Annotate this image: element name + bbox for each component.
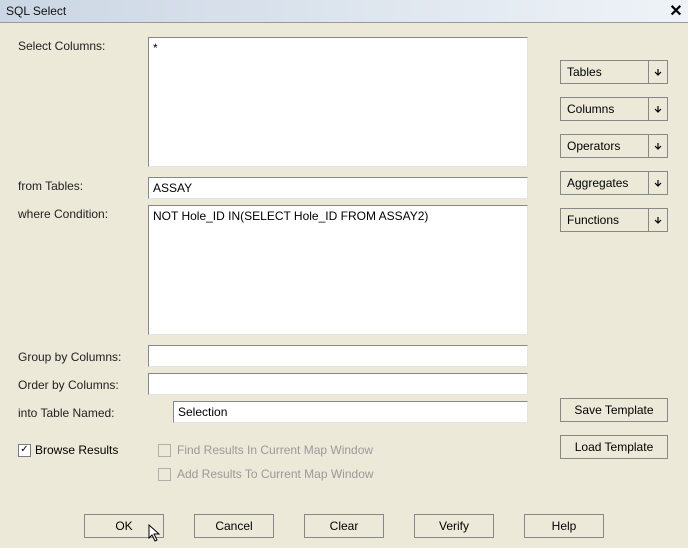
chevron-down-icon — [648, 98, 667, 120]
template-panel: Save Template Load Template — [560, 398, 668, 459]
group-by-label: Group by Columns: — [18, 348, 148, 364]
tables-dropdown-label: Tables — [561, 61, 648, 83]
ok-button[interactable]: OK — [84, 514, 164, 538]
find-in-map-label: Find Results In Current Map Window — [177, 443, 373, 457]
chevron-down-icon — [648, 209, 667, 231]
order-by-input[interactable] — [148, 373, 528, 395]
aggregates-dropdown-label: Aggregates — [561, 172, 648, 194]
where-condition-label: where Condition: — [18, 205, 148, 221]
bottom-button-bar: OK Cancel Clear Verify Help — [0, 514, 688, 538]
add-to-map-label: Add Results To Current Map Window — [177, 467, 374, 481]
cancel-button[interactable]: Cancel — [194, 514, 274, 538]
window-title: SQL Select — [6, 4, 66, 18]
close-icon: ✕ — [669, 1, 682, 21]
tables-dropdown[interactable]: Tables — [560, 60, 668, 84]
find-in-map-checkbox — [158, 444, 171, 457]
from-tables-input[interactable] — [148, 177, 528, 199]
titlebar: SQL Select ✕ — [0, 0, 688, 23]
columns-dropdown-label: Columns — [561, 98, 648, 120]
add-to-map-checkbox — [158, 468, 171, 481]
chevron-down-icon — [648, 135, 667, 157]
into-table-input[interactable] — [173, 401, 528, 423]
browse-results-checkbox[interactable]: ✓ — [18, 444, 31, 457]
sql-select-window: SQL Select ✕ Select Columns: from Tables… — [0, 0, 688, 548]
help-button[interactable]: Help — [524, 514, 604, 538]
save-template-button[interactable]: Save Template — [560, 398, 668, 422]
functions-dropdown-label: Functions — [561, 209, 648, 231]
where-condition-input[interactable] — [148, 205, 528, 335]
verify-button[interactable]: Verify — [414, 514, 494, 538]
chevron-down-icon — [648, 172, 667, 194]
close-button[interactable]: ✕ — [666, 2, 686, 20]
dropdown-panel: Tables Columns Operators Aggregates Func… — [560, 60, 668, 232]
chevron-down-icon — [648, 61, 667, 83]
into-table-label: into Table Named: — [18, 404, 173, 420]
browse-results-label: Browse Results — [35, 443, 118, 457]
clear-button[interactable]: Clear — [304, 514, 384, 538]
dialog-body: Select Columns: from Tables: where Condi… — [0, 23, 688, 548]
select-columns-label: Select Columns: — [18, 37, 148, 53]
operators-dropdown-label: Operators — [561, 135, 648, 157]
load-template-button[interactable]: Load Template — [560, 435, 668, 459]
columns-dropdown[interactable]: Columns — [560, 97, 668, 121]
aggregates-dropdown[interactable]: Aggregates — [560, 171, 668, 195]
check-icon: ✓ — [20, 445, 28, 455]
order-by-label: Order by Columns: — [18, 376, 148, 392]
group-by-input[interactable] — [148, 345, 528, 367]
select-columns-input[interactable] — [148, 37, 528, 167]
functions-dropdown[interactable]: Functions — [560, 208, 668, 232]
from-tables-label: from Tables: — [18, 177, 148, 193]
operators-dropdown[interactable]: Operators — [560, 134, 668, 158]
